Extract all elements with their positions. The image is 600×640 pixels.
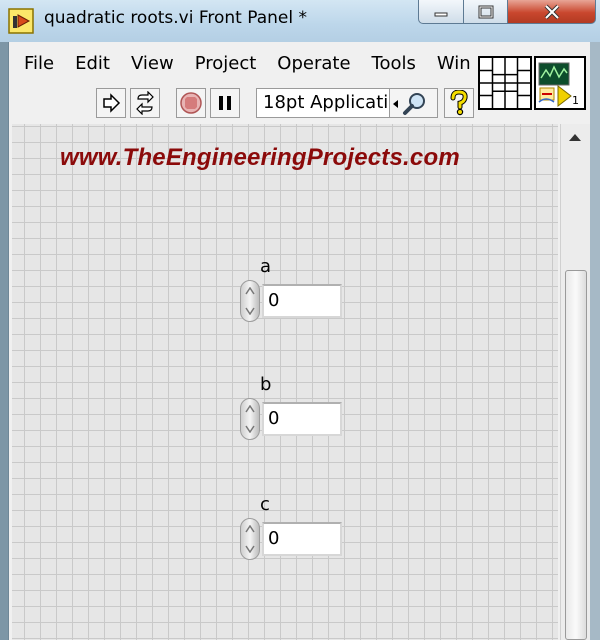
control-label-c: c bbox=[260, 494, 270, 515]
menu-tools[interactable]: Tools bbox=[360, 53, 425, 74]
increment-decrement-c[interactable] bbox=[240, 518, 260, 560]
decrement-arrow-c[interactable] bbox=[241, 539, 259, 559]
abort-execution-button[interactable] bbox=[176, 88, 206, 118]
increment-arrow-c[interactable] bbox=[241, 519, 259, 539]
scrollbar-thumb[interactable] bbox=[565, 270, 587, 640]
run-continuously-button[interactable] bbox=[130, 88, 160, 118]
watermark-text: www.TheEngineeringProjects.com bbox=[60, 144, 460, 171]
chevron-up-icon bbox=[245, 525, 255, 533]
numeric-input-c[interactable]: 0 bbox=[262, 522, 342, 556]
connector-terminal-number: 1 bbox=[572, 94, 579, 107]
chevron-up-icon bbox=[245, 287, 255, 295]
vertical-scrollbar[interactable] bbox=[560, 124, 590, 640]
connector-pane[interactable] bbox=[478, 56, 532, 110]
menu-view[interactable]: View bbox=[119, 53, 183, 74]
minimize-button[interactable] bbox=[418, 0, 464, 24]
pause-icon bbox=[219, 96, 231, 110]
labview-vi-icon bbox=[8, 8, 34, 34]
menu-operate[interactable]: Operate bbox=[265, 53, 359, 74]
window-right-border bbox=[590, 42, 600, 640]
toolbar: 18pt Applicati bbox=[10, 84, 476, 120]
menu-bar: File Edit View Project Operate Tools Win bbox=[10, 48, 476, 78]
chevron-down-icon bbox=[245, 545, 255, 553]
pause-button[interactable] bbox=[210, 88, 240, 118]
abort-execution-icon bbox=[180, 92, 202, 114]
connector-pane-grid bbox=[480, 58, 530, 108]
menu-edit[interactable]: Edit bbox=[63, 53, 119, 74]
numeric-input-a[interactable]: 0 bbox=[262, 284, 342, 318]
run-arrow-icon bbox=[103, 93, 121, 113]
font-selector[interactable]: 18pt Applicati bbox=[256, 88, 390, 118]
control-label-a: a bbox=[260, 256, 272, 277]
decrement-arrow-a[interactable] bbox=[241, 301, 259, 321]
font-dropdown-button[interactable] bbox=[390, 88, 438, 118]
scroll-up-arrow-icon[interactable] bbox=[569, 134, 581, 141]
window-title: quadratic roots.vi Front Panel * bbox=[44, 8, 308, 28]
run-continuously-icon bbox=[136, 91, 154, 115]
help-button[interactable] bbox=[444, 88, 474, 118]
run-button[interactable] bbox=[96, 88, 126, 118]
minimize-icon bbox=[434, 12, 448, 16]
close-icon bbox=[544, 4, 559, 19]
maximize-button[interactable] bbox=[464, 0, 508, 24]
increment-decrement-a[interactable] bbox=[240, 280, 260, 322]
chevron-up-icon bbox=[245, 405, 255, 413]
search-icon bbox=[393, 93, 425, 115]
chevron-down-icon bbox=[245, 307, 255, 315]
decrement-arrow-b[interactable] bbox=[241, 419, 259, 439]
maximize-icon bbox=[478, 5, 493, 18]
title-bar[interactable]: quadratic roots.vi Front Panel * bbox=[0, 0, 600, 42]
numeric-control-c: c 0 bbox=[238, 494, 348, 564]
numeric-control-a: a 0 bbox=[238, 256, 348, 326]
numeric-input-b[interactable]: 0 bbox=[262, 402, 342, 436]
vi-icon[interactable]: 1 bbox=[534, 56, 586, 110]
chevron-down-icon bbox=[245, 425, 255, 433]
menu-window[interactable]: Win bbox=[425, 53, 480, 74]
numeric-control-b: b 0 bbox=[238, 374, 348, 444]
window-controls bbox=[418, 0, 598, 26]
menu-file[interactable]: File bbox=[10, 53, 63, 74]
increment-arrow-b[interactable] bbox=[241, 399, 259, 419]
help-icon bbox=[450, 90, 468, 116]
menu-project[interactable]: Project bbox=[183, 53, 266, 74]
increment-arrow-a[interactable] bbox=[241, 281, 259, 301]
control-label-b: b bbox=[260, 374, 272, 395]
close-button[interactable] bbox=[508, 0, 596, 24]
front-panel[interactable]: www.TheEngineeringProjects.com a 0 b 0 c bbox=[12, 124, 558, 640]
increment-decrement-b[interactable] bbox=[240, 398, 260, 440]
